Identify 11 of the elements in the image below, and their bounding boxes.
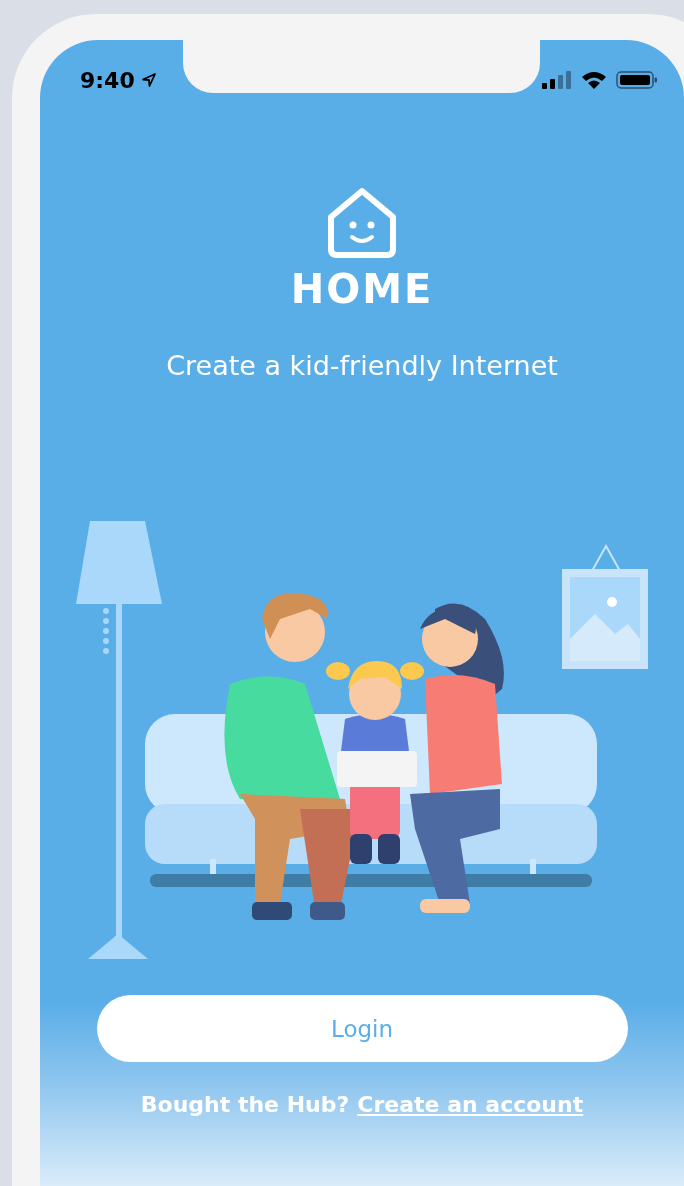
battery-icon (616, 70, 658, 90)
create-account-link[interactable]: Create an account (357, 1090, 584, 1120)
app-name: HOME (290, 269, 434, 309)
location-arrow-icon (140, 72, 157, 88)
smiling-house-icon (325, 185, 399, 259)
tagline: Create a kid-friendly Internet (166, 349, 558, 383)
status-time: 9:40 (80, 67, 135, 93)
signup-question: Bought the Hub? (140, 1091, 350, 1119)
wifi-icon (580, 70, 608, 90)
signal-icon (542, 70, 572, 90)
login-button[interactable]: Login (96, 995, 628, 1062)
